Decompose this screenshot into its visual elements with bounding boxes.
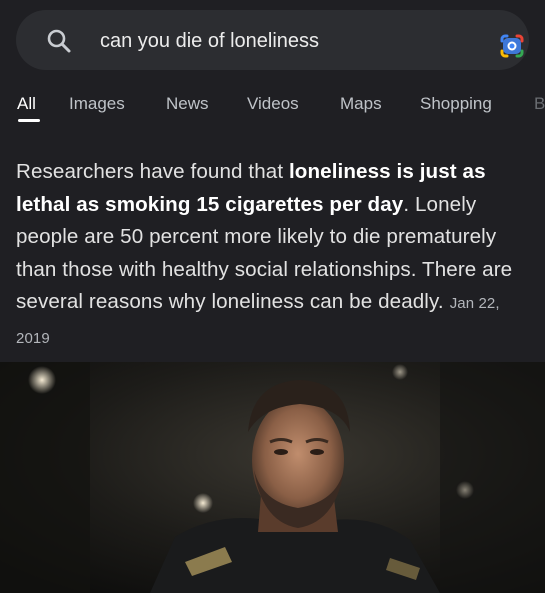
tab-news[interactable]: News bbox=[166, 94, 209, 114]
tab-all[interactable]: All bbox=[17, 94, 36, 114]
search-bar[interactable]: can you die of loneliness bbox=[16, 10, 529, 70]
tab-shopping[interactable]: Shopping bbox=[420, 94, 492, 114]
featured-snippet: Researchers have found that loneliness i… bbox=[16, 156, 536, 355]
tab-books-partial[interactable]: B bbox=[534, 94, 545, 114]
active-tab-indicator bbox=[18, 119, 40, 122]
google-lens-icon[interactable] bbox=[498, 32, 526, 60]
man-portrait-image bbox=[0, 362, 545, 593]
tab-videos[interactable]: Videos bbox=[247, 94, 299, 114]
snippet-text-start: Researchers have found that bbox=[16, 160, 289, 183]
search-icon[interactable] bbox=[46, 28, 72, 54]
search-tabs: All Images News Videos Maps Shopping B bbox=[0, 88, 545, 128]
search-results-panel: can you die of loneliness All Images New… bbox=[0, 0, 545, 362]
search-input[interactable]: can you die of loneliness bbox=[100, 30, 319, 53]
tab-maps[interactable]: Maps bbox=[340, 94, 382, 114]
movie-still-image bbox=[0, 362, 545, 593]
tab-images[interactable]: Images bbox=[69, 94, 125, 114]
